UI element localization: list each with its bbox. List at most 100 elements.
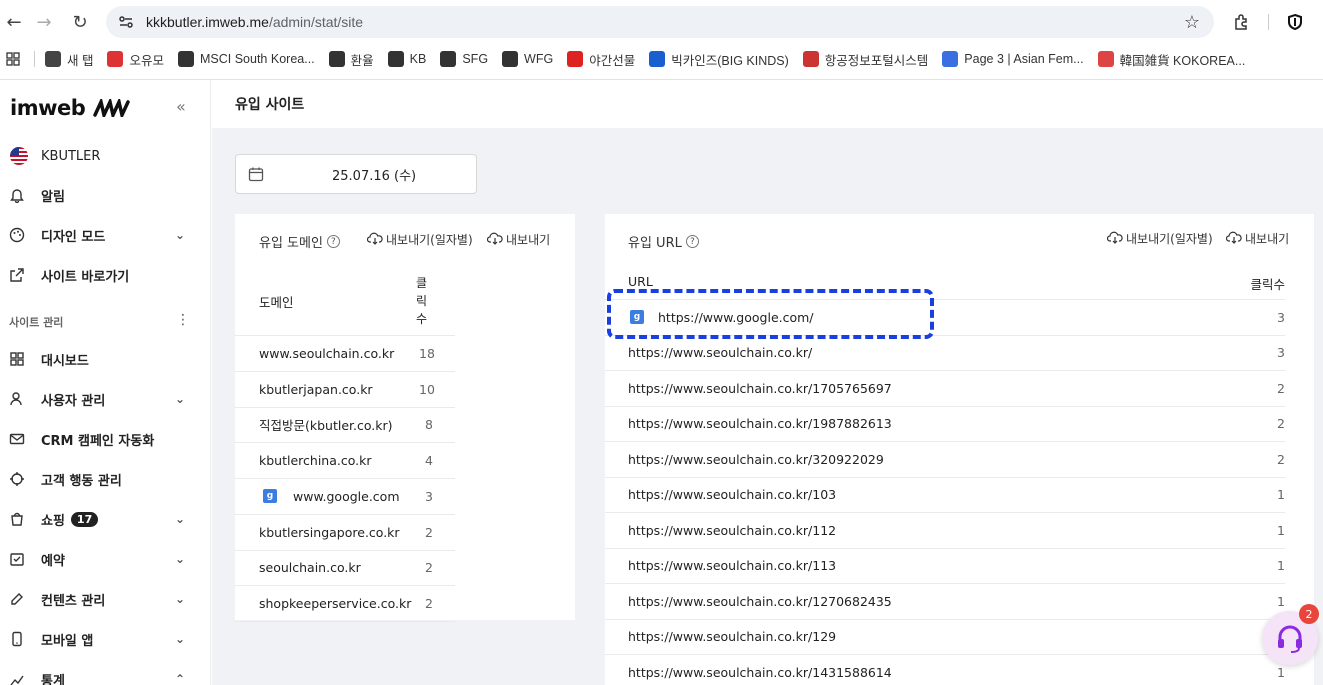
apps-grid-icon[interactable] xyxy=(6,52,20,66)
site-name: KBUTLER xyxy=(41,148,101,164)
url-host: kkkbutler.imweb.me xyxy=(146,14,269,30)
calendar-icon xyxy=(248,167,264,182)
click-count: 10 xyxy=(419,381,435,397)
help-icon[interactable]: ? xyxy=(326,235,340,248)
bookmark-label: 항공정보포털시스템 xyxy=(824,53,929,68)
bookmark-label: MSCI South Korea... xyxy=(200,52,315,66)
domain-text: kbutlerjapan.co.kr xyxy=(259,381,373,397)
sidebar: imweb « KBUTLER 알림 디자인 모드 ⌄ 사이트 바로가기 사이트 관리… xyxy=(0,80,211,685)
domain-cell: www.seoulchain.co.kr xyxy=(259,346,394,361)
date-picker[interactable]: 25.07.16 (수) xyxy=(235,154,477,194)
domain-cell: 직접방문(kbutler.co.kr) xyxy=(259,415,393,434)
bookmark-label: Page 3 | Asian Fem... xyxy=(964,52,1084,66)
bookmark-star-icon[interactable]: ☆ xyxy=(1184,12,1200,33)
chart-icon xyxy=(9,671,25,685)
bookmark-item[interactable]: 새 탭 xyxy=(45,50,93,69)
url-text: https://www.seoulchain.co.kr/1987882613 xyxy=(628,416,892,432)
click-count: 2 xyxy=(425,524,433,540)
bookmark-label: WFG xyxy=(524,52,554,66)
bookmark-item[interactable]: 항공정보포털시스템 xyxy=(802,50,929,69)
sidebar-item[interactable]: 디자인 모드 ⌄ xyxy=(0,215,211,255)
domain-table-header: 도메인 클 릭 수 xyxy=(235,272,455,336)
bookmark-favicon-icon xyxy=(649,51,666,67)
site-info-icon[interactable] xyxy=(118,14,134,30)
table-row: https://www.seoulchain.co.kr/320922029 2 xyxy=(605,442,1285,478)
bookmark-item[interactable]: 韓国雑貨 KOKOREA... xyxy=(1097,50,1245,69)
bookmark-item[interactable]: WFG xyxy=(502,51,553,67)
bookmark-item[interactable]: KB xyxy=(387,51,426,67)
domain-cell: seoulchain.co.kr xyxy=(259,560,361,575)
user-icon xyxy=(9,391,25,407)
table-row: kbutlersingapore.co.kr 2 xyxy=(235,515,455,551)
domain-cell: shopkeeperservice.co.kr xyxy=(259,596,411,611)
sidebar-item[interactable]: 예약 ⌄ xyxy=(0,539,211,579)
export-button[interactable]: 내보내기 xyxy=(486,231,550,248)
target-icon xyxy=(9,471,25,487)
sidebar-item[interactable]: 고객 행동 관리 xyxy=(0,459,211,499)
bookmark-favicon-icon xyxy=(45,51,61,67)
calendar-check-icon xyxy=(9,551,25,567)
imweb-logo[interactable]: imweb xyxy=(10,96,132,121)
bookmark-label: 환율 xyxy=(350,53,374,68)
col-clicks: 클릭수 xyxy=(1250,277,1285,292)
sidebar-item[interactable]: 알림 xyxy=(0,175,211,215)
click-count: 2 xyxy=(1277,416,1285,432)
table-row: https://www.seoulchain.co.kr/1431588614 1 xyxy=(605,655,1285,685)
extensions-icon[interactable] xyxy=(1230,10,1254,34)
sidebar-item-label: 사이트 바로가기 xyxy=(41,269,130,285)
url-text: https://www.seoulchain.co.kr/1270682435 xyxy=(628,593,892,609)
url-cell: https://www.seoulchain.co.kr/113 xyxy=(628,558,836,573)
export-daily-button[interactable]: 내보내기(일자별) xyxy=(1106,230,1213,247)
url-text: kkkbutler.imweb.me/admin/stat/site xyxy=(146,14,363,30)
url-cell: https://www.seoulchain.co.kr/320922029 xyxy=(628,452,884,467)
support-badge: 2 xyxy=(1299,604,1319,624)
more-vertical-icon[interactable]: ⋮ xyxy=(176,312,190,328)
click-count: 1 xyxy=(1277,558,1285,574)
bookmark-item[interactable]: 야간선물 xyxy=(567,50,635,69)
collapse-sidebar-icon[interactable]: « xyxy=(176,97,186,116)
table-row: https://www.seoulchain.co.kr/1705765697 2 xyxy=(605,371,1285,407)
bookmark-item[interactable]: MSCI South Korea... xyxy=(178,51,315,67)
bookmark-item[interactable]: Page 3 | Asian Fem... xyxy=(942,51,1084,67)
reload-icon[interactable]: ↻ xyxy=(66,8,94,36)
sidebar-item[interactable]: 사용자 관리 ⌄ xyxy=(0,379,211,419)
bookmarks-bar: 새 탭 오유모 MSCI South Korea... 환율 KB SFG WFG 야간선물 빅… xyxy=(0,44,1323,74)
sidebar-item-label: 디자인 모드 xyxy=(41,229,106,245)
headset-icon xyxy=(1278,625,1302,653)
sidebar-item[interactable]: 쇼핑 17 ⌄ xyxy=(0,499,211,539)
sidebar-item[interactable]: CRM 캠페인 자동화 xyxy=(0,419,211,459)
forward-icon[interactable]: → xyxy=(30,8,58,36)
browser-toolbar: ← → ↻ kkkbutler.imweb.me/admin/stat/site… xyxy=(0,0,1323,44)
help-icon[interactable]: ? xyxy=(685,235,699,248)
profile-shield-icon[interactable] xyxy=(1283,10,1307,34)
export-button[interactable]: 내보내기 xyxy=(1225,230,1289,247)
click-count: 1 xyxy=(1277,593,1285,609)
url-text: https://www.seoulchain.co.kr/129 xyxy=(628,629,837,645)
back-icon[interactable]: ← xyxy=(0,8,28,36)
bookmark-item[interactable]: 빅카인즈(BIG KINDS) xyxy=(649,50,789,69)
bookmark-item[interactable]: 환율 xyxy=(328,50,374,69)
sidebar-item[interactable]: 사이트 바로가기 xyxy=(0,255,211,295)
url-card: 유입 URL ? 내보내기(일자별) 내보내기 URL 클릭수 g https:/… xyxy=(605,214,1314,685)
bookmark-favicon-icon xyxy=(387,51,404,67)
bookmark-item[interactable]: 오유모 xyxy=(107,50,164,69)
chevron-down-icon: ⌃ xyxy=(174,672,185,685)
click-count: 2 xyxy=(425,560,433,576)
address-bar[interactable]: kkkbutler.imweb.me/admin/stat/site ☆ xyxy=(106,6,1214,38)
domain-text: www.google.com xyxy=(293,488,400,504)
export-daily-button[interactable]: 내보내기(일자별) xyxy=(366,231,473,248)
logo-text: imweb xyxy=(10,96,86,120)
table-row: 직접방문(kbutler.co.kr) 8 xyxy=(235,407,455,444)
site-selector[interactable]: KBUTLER xyxy=(0,136,211,176)
page-title: 유입 사이트 xyxy=(212,80,1323,128)
url-cell: https://www.seoulchain.co.kr/112 xyxy=(628,523,836,538)
sidebar-item-label: 알림 xyxy=(41,189,65,205)
sidebar-item[interactable]: 대시보드 xyxy=(0,339,211,379)
sidebar-item[interactable]: 통계 ⌃ xyxy=(0,659,211,685)
main-content: 유입 사이트 25.07.16 (수) 유입 도메인 ? 내보내기(일자별) 내… xyxy=(212,80,1323,685)
url-cell: https://www.seoulchain.co.kr/129 xyxy=(628,629,836,644)
bookmark-item[interactable]: SFG xyxy=(440,51,488,67)
url-card-title: 유입 URL ? xyxy=(628,232,699,251)
sidebar-item[interactable]: 모바일 앱 ⌄ xyxy=(0,619,211,659)
sidebar-item[interactable]: 컨텐츠 관리 ⌄ xyxy=(0,579,211,619)
